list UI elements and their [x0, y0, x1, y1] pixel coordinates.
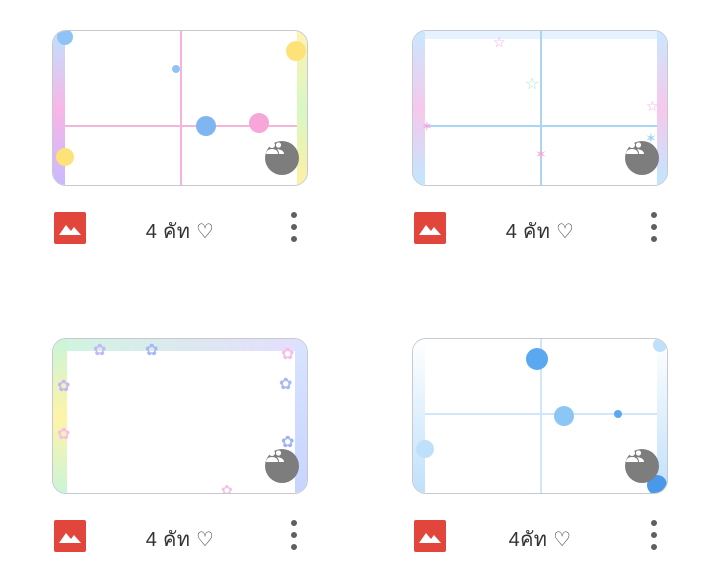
photo-album-icon: [54, 520, 86, 552]
svg-text:☆: ☆: [493, 35, 506, 51]
shared-people-icon: [265, 449, 299, 483]
photo-album-icon: [414, 520, 446, 552]
album-meta: 4 คัท ♡: [52, 513, 308, 553]
album-card-4[interactable]: 4คัท ♡: [412, 338, 712, 588]
svg-text:✿: ✿: [145, 340, 158, 359]
shared-people-icon: [625, 449, 659, 483]
album-thumbnail[interactable]: ☆ ☆ ☆ ✶ ✶ ✶: [412, 30, 668, 186]
svg-text:☆: ☆: [525, 74, 539, 93]
album-title[interactable]: 4คัท ♡: [452, 523, 628, 555]
album-thumbnail[interactable]: ✿ ✿ ✿ ✿ ✿ ✿ ✿ ✿: [52, 338, 308, 494]
album-meta: 4 คัท ♡: [52, 205, 308, 245]
shared-people-icon: [265, 141, 299, 175]
album-card-1[interactable]: 4 คัท ♡: [52, 30, 352, 280]
album-title[interactable]: 4 คัท ♡: [92, 523, 268, 555]
album-meta: 4 คัท ♡: [412, 205, 668, 245]
album-thumbnail[interactable]: [52, 30, 308, 186]
svg-text:✿: ✿: [221, 483, 233, 494]
photo-album-icon: [414, 212, 446, 244]
album-meta: 4คัท ♡: [412, 513, 668, 553]
album-title[interactable]: 4 คัท ♡: [92, 215, 268, 247]
svg-text:✿: ✿: [57, 376, 70, 395]
more-vert-icon[interactable]: [644, 210, 664, 244]
more-vert-icon[interactable]: [644, 518, 664, 552]
album-title[interactable]: 4 คัท ♡: [452, 215, 628, 247]
photo-album-icon: [54, 212, 86, 244]
album-card-3[interactable]: ✿ ✿ ✿ ✿ ✿ ✿ ✿ ✿ 4 คัท ♡: [52, 338, 352, 588]
svg-text:✶: ✶: [535, 147, 547, 163]
svg-text:☆: ☆: [646, 99, 659, 115]
svg-text:✿: ✿: [93, 340, 106, 359]
album-thumbnail[interactable]: [412, 338, 668, 494]
svg-text:✶: ✶: [421, 119, 433, 135]
shared-people-icon: [625, 141, 659, 175]
svg-text:✿: ✿: [281, 344, 294, 363]
more-vert-icon[interactable]: [284, 210, 304, 244]
more-vert-icon[interactable]: [284, 518, 304, 552]
svg-text:✿: ✿: [57, 424, 70, 443]
svg-text:✿: ✿: [279, 374, 292, 393]
album-card-2[interactable]: ☆ ☆ ☆ ✶ ✶ ✶ 4 คัท ♡: [412, 30, 712, 280]
